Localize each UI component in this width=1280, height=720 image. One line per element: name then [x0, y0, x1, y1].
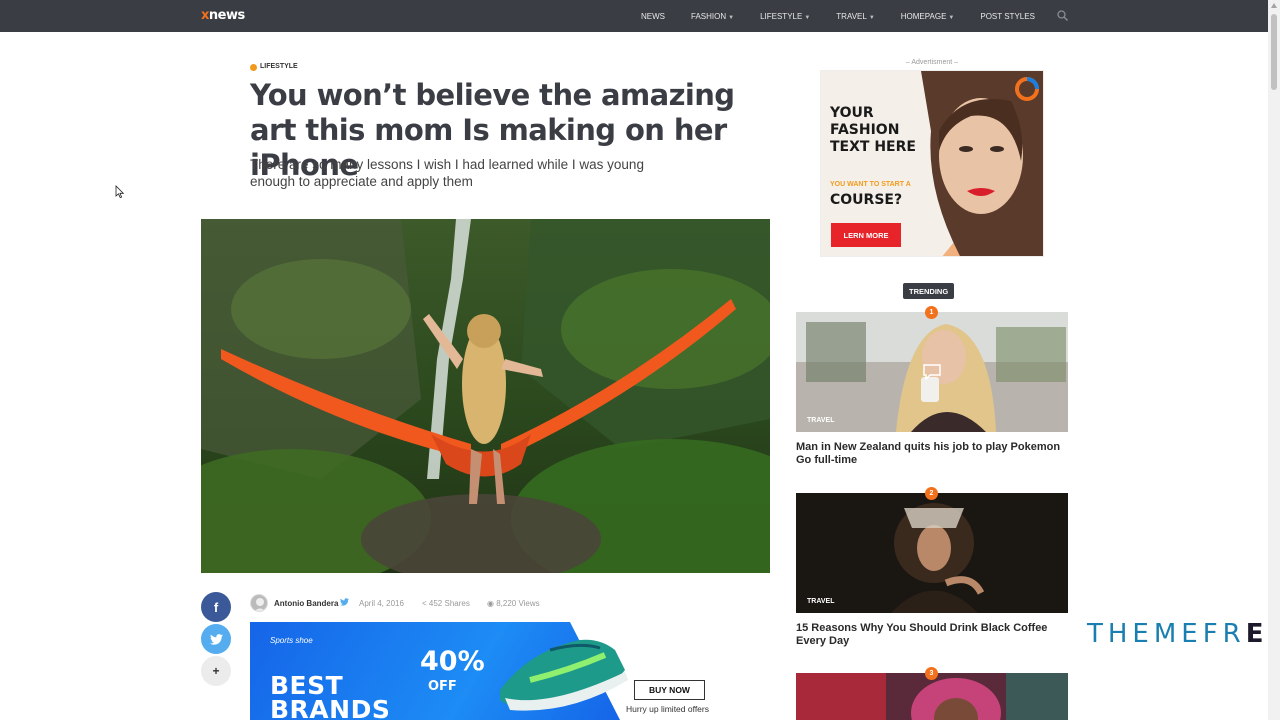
caret-down-icon: ▼ [868, 14, 875, 21]
advertisement-label: – Advertisment – [905, 59, 959, 66]
sneaker-image [500, 639, 628, 711]
themefre-watermark: THEMEFRE [1087, 619, 1269, 649]
top-navbar: xnews NEWS FASHION ▼ LIFESTYLE ▼ TRAVEL ▼ H… [0, 0, 1268, 32]
banner-off: OFF [428, 679, 457, 694]
nav-item-homepage[interactable]: HOMEPAGE ▼ [888, 12, 968, 21]
nav-item-fashion[interactable]: FASHION ▼ [678, 12, 747, 21]
caret-down-icon: ▼ [948, 14, 955, 21]
mouse-cursor-icon [115, 185, 125, 199]
eye-icon: ◉ [487, 599, 497, 608]
trending-image-3 [796, 673, 1068, 720]
author-name[interactable]: Antonio Bandera [274, 599, 338, 608]
twitter-share-button[interactable]: t [201, 624, 231, 654]
share-count: < 452 Shares [422, 599, 470, 608]
trending-rank-2: 2 [925, 487, 938, 500]
trending-tag-1[interactable]: TRAVEL [807, 417, 834, 424]
share-icon: < [422, 599, 429, 608]
twitter-icon [209, 633, 223, 645]
main-nav: NEWS FASHION ▼ LIFESTYLE ▼ TRAVEL ▼ HOMEPAG… [628, 0, 1048, 32]
buy-now-button[interactable]: BUY NOW [634, 680, 705, 700]
trending-rank-1: 1 [925, 306, 938, 319]
banner-percent: 40% [420, 646, 485, 677]
nav-item-news[interactable]: NEWS [628, 12, 678, 21]
trending-image-2 [796, 493, 1068, 613]
nav-item-lifestyle[interactable]: LIFESTYLE ▼ [747, 12, 823, 21]
nav-item-post-styles[interactable]: POST STYLES [967, 12, 1048, 21]
search-icon[interactable] [1057, 10, 1068, 21]
banner-headline: BEST BRANDS [270, 671, 391, 720]
nav-item-travel[interactable]: TRAVEL ▼ [823, 12, 887, 21]
trending-card-3[interactable] [796, 673, 1068, 720]
sidebar-ad[interactable]: YOUR FASHION TEXT HERE YOU WANT TO START… [820, 70, 1044, 257]
comment-icon [923, 364, 941, 380]
trending-rank-3: 3 [925, 667, 938, 680]
banner-tagline: Sports shoe [270, 636, 313, 645]
page-scrollbar[interactable] [1268, 0, 1280, 720]
site-logo[interactable]: xnews [201, 8, 245, 23]
plus-icon: + [212, 664, 220, 678]
twitter-bird-icon[interactable] [340, 598, 349, 608]
ad-headline: YOUR FASHION TEXT HERE [830, 105, 916, 155]
learn-more-button[interactable]: LERN MORE [831, 223, 901, 247]
trending-tag-2[interactable]: TRAVEL [807, 598, 834, 605]
ad-subline: YOU WANT TO START A [830, 181, 911, 188]
article-category[interactable]: LIFESTYLE [260, 63, 298, 70]
scrollbar-thumb[interactable] [1271, 14, 1277, 90]
article-subtitle: There are so many lessons I wish I had l… [250, 157, 644, 189]
facebook-icon: f [213, 599, 219, 615]
view-count: ◉ 8,220 Views [487, 599, 540, 608]
ad-course: COURSE? [830, 192, 903, 208]
trending-title-2[interactable]: 15 Reasons Why You Should Drink Black Co… [796, 622, 1068, 648]
banner-ad[interactable]: Sports shoe BEST BRANDS 40% OFF BUY NOW H… [250, 622, 770, 720]
hero-image [201, 219, 770, 573]
banner-note: Hurry up limited offers [626, 704, 709, 714]
trending-title-1[interactable]: Man in New Zealand quits his job to play… [796, 441, 1068, 467]
trending-card-1[interactable]: TRAVEL [796, 312, 1068, 432]
scroll-up-arrow-icon[interactable] [1271, 3, 1277, 8]
trending-label: TRENDING [903, 283, 955, 299]
facebook-share-button[interactable]: f [201, 592, 231, 622]
trending-card-2[interactable]: TRAVEL [796, 493, 1068, 613]
caret-down-icon: ▼ [728, 14, 735, 21]
category-dot [250, 64, 257, 71]
caret-down-icon: ▼ [804, 14, 811, 21]
more-share-button[interactable]: + [201, 656, 231, 686]
author-avatar[interactable] [250, 594, 268, 612]
post-date: April 4, 2016 [359, 599, 404, 608]
